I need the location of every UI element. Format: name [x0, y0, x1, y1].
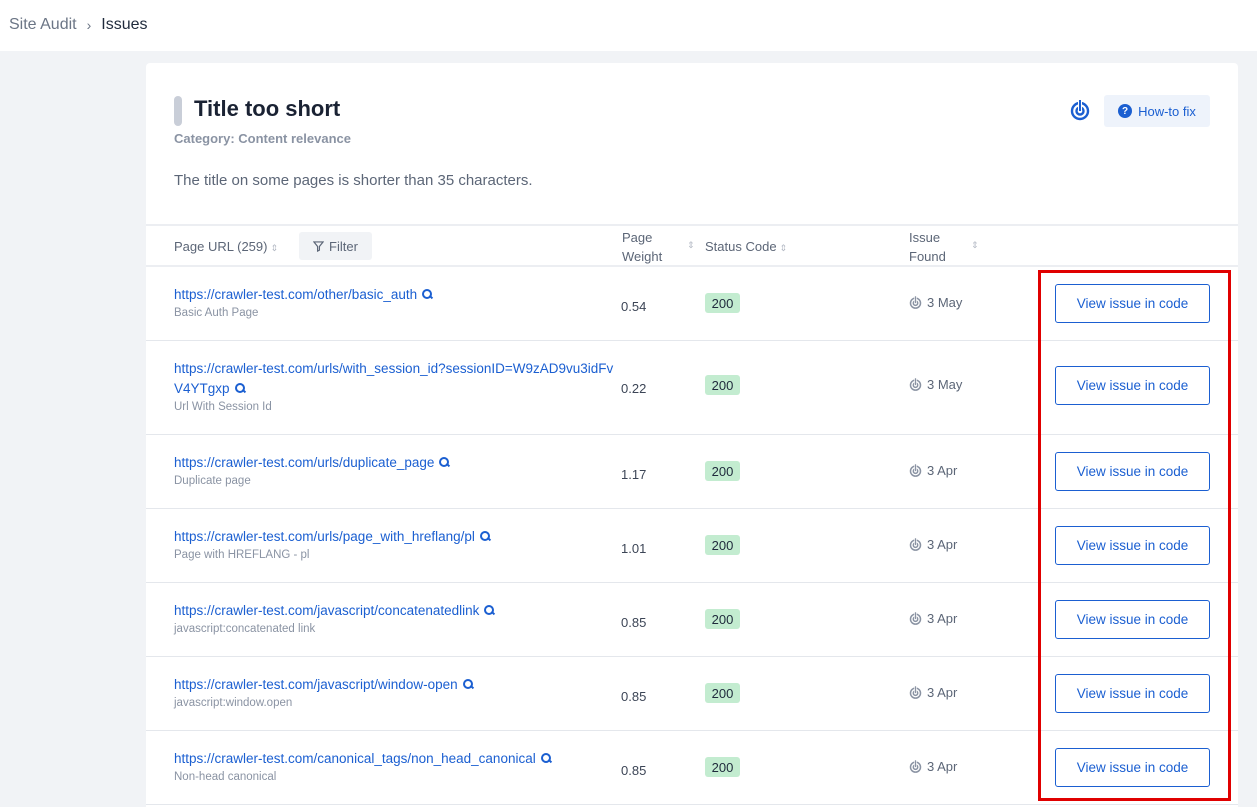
- issue-found: 3 Apr: [908, 611, 957, 626]
- page-url-link[interactable]: https://crawler-test.com/javascript/wind…: [174, 675, 614, 695]
- radar-icon: [909, 537, 922, 551]
- magnifier-icon[interactable]: [540, 753, 551, 763]
- issue-found-date: 3 Apr: [927, 537, 958, 552]
- url-cell: https://crawler-test.com/urls/duplicate_…: [174, 453, 614, 487]
- radar-icon[interactable]: [1068, 98, 1092, 122]
- radar-icon: [909, 295, 922, 309]
- page-url-link[interactable]: https://crawler-test.com/canonical_tags/…: [174, 749, 614, 769]
- filter-label: Filter: [329, 238, 358, 254]
- page-weight: 0.85: [621, 615, 647, 630]
- column-header-url[interactable]: Page URL (259) ⇕: [174, 239, 278, 254]
- sort-arrows-icon: ⇕: [779, 243, 788, 253]
- page-url-text: https://crawler-test.com/urls/duplicate_…: [174, 455, 435, 470]
- filter-button[interactable]: Filter: [299, 232, 372, 260]
- issue-found: 3 Apr: [908, 685, 957, 700]
- page-url-text: https://crawler-test.com/other/basic_aut…: [174, 287, 418, 302]
- status-badge: 200: [705, 683, 740, 703]
- issue-found: 3 Apr: [908, 537, 957, 552]
- url-cell: https://crawler-test.com/urls/page_with_…: [174, 527, 614, 561]
- page-url-link[interactable]: https://crawler-test.com/urls/page_with_…: [174, 527, 614, 547]
- breadcrumb: Site Audit › Issues: [9, 16, 148, 34]
- funnel-icon: [313, 240, 325, 252]
- magnifier-icon[interactable]: [234, 383, 245, 393]
- page-url-link[interactable]: https://crawler-test.com/urls/with_sessi…: [174, 359, 614, 399]
- top-bar: Site Audit › Issues: [0, 0, 1257, 51]
- magnifier-icon[interactable]: [479, 531, 490, 541]
- page-name: javascript:concatenated link: [174, 623, 316, 635]
- sort-arrows-icon: ⇕: [270, 243, 279, 253]
- url-cell: https://crawler-test.com/javascript/wind…: [174, 675, 614, 709]
- status-badge: 200: [705, 293, 740, 313]
- url-cell: https://crawler-test.com/other/basic_aut…: [174, 285, 614, 319]
- issue-description: The title on some pages is shorter than …: [174, 172, 533, 189]
- page-url-link[interactable]: https://crawler-test.com/other/basic_aut…: [174, 285, 614, 305]
- page-url-link[interactable]: https://crawler-test.com/urls/duplicate_…: [174, 453, 614, 473]
- column-header-status-label: Status Code: [705, 239, 777, 254]
- radar-icon: [909, 685, 922, 699]
- highlight-annotation-box: [1038, 270, 1231, 801]
- column-header-weight[interactable]: Page Weight: [622, 228, 682, 266]
- magnifier-icon[interactable]: [422, 289, 433, 299]
- page-url-text: https://crawler-test.com/javascript/conc…: [174, 603, 480, 618]
- radar-icon: [909, 759, 922, 773]
- page-url-text: https://crawler-test.com/urls/page_with_…: [174, 529, 475, 544]
- url-cell: https://crawler-test.com/canonical_tags/…: [174, 749, 614, 783]
- issue-category: Category: Content relevance: [174, 131, 351, 146]
- status-badge: 200: [705, 535, 740, 555]
- page-url-text: https://crawler-test.com/javascript/wind…: [174, 677, 458, 692]
- page-name: Non-head canonical: [174, 771, 277, 783]
- column-header-status[interactable]: Status Code ⇕: [705, 239, 787, 254]
- issue-found-date: 3 May: [927, 377, 963, 392]
- page-weight: 0.54: [621, 299, 647, 314]
- magnifier-icon[interactable]: [484, 605, 495, 615]
- issue-found-date: 3 Apr: [927, 685, 958, 700]
- column-header-url-label: Page URL (259): [174, 239, 268, 254]
- sort-arrows-icon[interactable]: ⇕: [971, 240, 979, 251]
- page-name: Basic Auth Page: [174, 307, 259, 319]
- column-header-weight-label: Page Weight: [622, 230, 663, 264]
- page-name: javascript:window.open: [174, 697, 293, 709]
- page-url-text: https://crawler-test.com/canonical_tags/…: [174, 751, 536, 766]
- issue-title: Title too short: [194, 96, 341, 121]
- magnifier-icon[interactable]: [439, 457, 450, 467]
- status-badge: 200: [705, 375, 740, 395]
- issue-found-date: 3 Apr: [927, 611, 958, 626]
- title-accent-bar: [174, 96, 182, 126]
- issue-found: 3 May: [908, 377, 962, 392]
- column-header-issue-found[interactable]: Issue Found: [909, 228, 964, 266]
- how-to-fix-button[interactable]: ? How-to fix: [1104, 95, 1210, 127]
- issue-found-date: 3 Apr: [927, 759, 958, 774]
- page-name: Page with HREFLANG - pl: [174, 549, 310, 561]
- issue-found: 3 Apr: [908, 463, 957, 478]
- page-name: Duplicate page: [174, 475, 251, 487]
- radar-icon: [909, 377, 922, 391]
- magnifier-icon[interactable]: [462, 679, 473, 689]
- sort-arrows-icon[interactable]: ⇕: [687, 240, 695, 251]
- question-circle-icon: ?: [1118, 104, 1133, 118]
- page-url-link[interactable]: https://crawler-test.com/javascript/conc…: [174, 601, 614, 621]
- url-cell: https://crawler-test.com/urls/with_sessi…: [174, 359, 614, 413]
- status-badge: 200: [705, 609, 740, 629]
- breadcrumb-site-audit[interactable]: Site Audit: [9, 16, 77, 34]
- page-weight: 1.17: [621, 467, 647, 482]
- breadcrumb-issues: Issues: [101, 16, 148, 33]
- issue-found-date: 3 Apr: [927, 463, 958, 478]
- table-header: Page URL (259) ⇕ Filter Page Weight ⇕ Sta…: [146, 224, 1238, 267]
- radar-icon: [909, 611, 922, 625]
- page-weight: 0.85: [621, 763, 647, 778]
- issue-found: 3 Apr: [908, 759, 957, 774]
- url-cell: https://crawler-test.com/javascript/conc…: [174, 601, 614, 635]
- status-badge: 200: [705, 757, 740, 777]
- status-badge: 200: [705, 461, 740, 481]
- page-name: Url With Session Id: [174, 401, 272, 413]
- page-weight: 0.22: [621, 381, 647, 396]
- page-weight: 0.85: [621, 689, 647, 704]
- radar-icon: [909, 463, 922, 477]
- how-to-fix-label: How-to fix: [1138, 103, 1196, 119]
- page-weight: 1.01: [621, 541, 647, 556]
- issue-found-date: 3 May: [927, 295, 963, 310]
- breadcrumb-separator-icon: ›: [86, 17, 92, 33]
- column-header-found-label: Issue Found: [909, 230, 946, 264]
- issue-found: 3 May: [908, 295, 962, 310]
